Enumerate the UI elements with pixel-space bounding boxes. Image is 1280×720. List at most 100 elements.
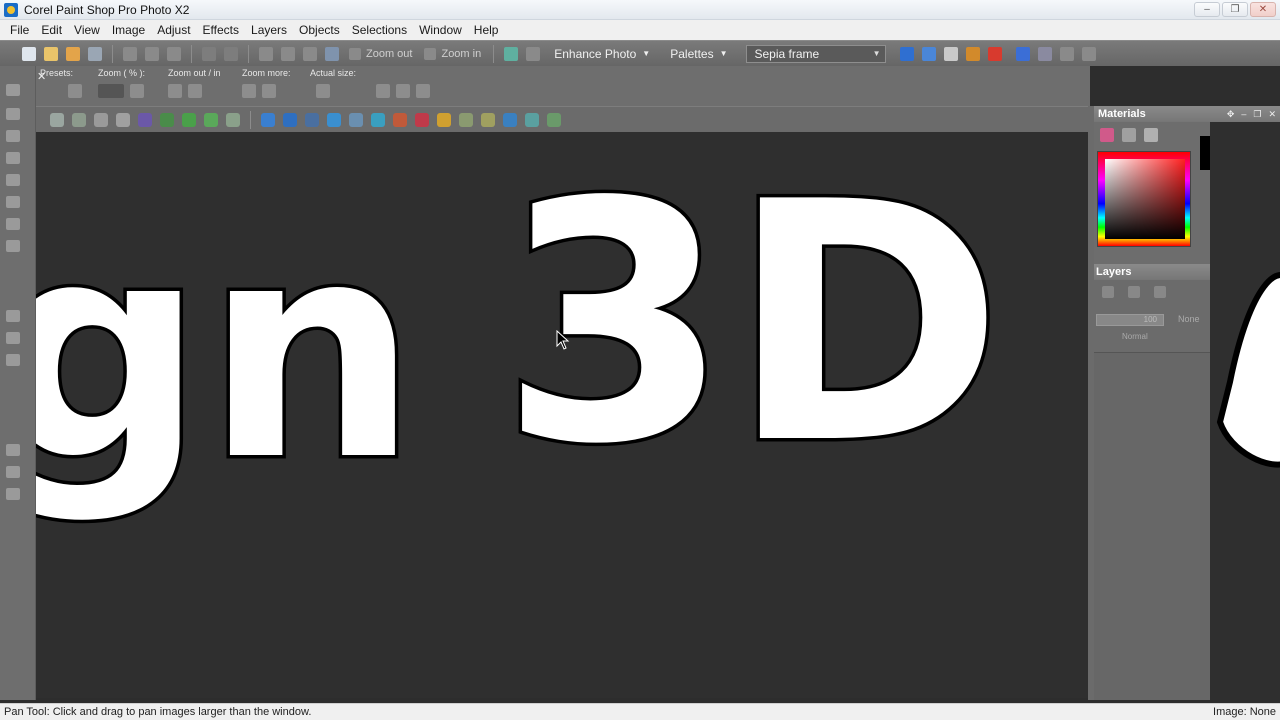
fill-tool-icon[interactable] (6, 466, 20, 478)
copy-icon[interactable] (281, 46, 295, 61)
menu-adjust[interactable]: Adjust (151, 23, 196, 37)
rainbow-tab-icon[interactable] (1100, 128, 1114, 142)
layer-opacity-slider[interactable]: 100 (1096, 314, 1164, 326)
full-screen-icon[interactable] (416, 84, 430, 98)
blend-mode-select[interactable]: Normal (1096, 332, 1152, 344)
maximize-button[interactable]: ❐ (1222, 2, 1248, 17)
run-script-icon[interactable] (899, 46, 914, 61)
effect-icon[interactable] (305, 112, 319, 127)
effect-icon[interactable] (327, 112, 341, 127)
zoom-more-out-icon[interactable] (242, 84, 256, 98)
move-tool-icon[interactable] (6, 174, 20, 186)
effect-icon[interactable] (116, 112, 130, 127)
cancel-script-icon[interactable] (987, 46, 1002, 61)
browse-icon[interactable] (66, 46, 80, 61)
effect-icon[interactable] (415, 112, 429, 127)
close-button[interactable]: ✕ (1250, 2, 1276, 17)
minimize-button[interactable]: – (1194, 2, 1220, 17)
color-replacer-icon[interactable] (6, 354, 20, 366)
actual-size-icon[interactable] (316, 84, 330, 98)
close-icon[interactable]: ✕ (1268, 109, 1276, 120)
pick-tool-icon[interactable] (6, 108, 20, 120)
effect-icon[interactable] (283, 112, 297, 127)
restore-icon[interactable]: ❐ (1253, 109, 1261, 120)
fit-image-icon[interactable] (396, 84, 410, 98)
undo-icon[interactable] (202, 46, 216, 61)
eyedropper-tool-icon[interactable] (6, 130, 20, 142)
effect-icon[interactable] (182, 112, 196, 127)
swatches-tab-icon[interactable] (1144, 128, 1158, 142)
effect-icon[interactable] (525, 112, 539, 127)
eraser-icon[interactable] (6, 444, 20, 456)
minimize-icon[interactable]: – (1241, 109, 1246, 120)
image-canvas[interactable]: gn 3D (36, 132, 1088, 698)
effect-icon[interactable] (437, 112, 451, 127)
paste-icon[interactable] (303, 46, 317, 61)
freehand-selection-icon[interactable] (6, 218, 20, 230)
fit-icon[interactable] (325, 46, 339, 61)
zoom-in-small-icon[interactable] (188, 84, 202, 98)
menu-help[interactable]: Help (468, 23, 505, 37)
selection-tool-icon[interactable] (6, 196, 20, 208)
enhance-photo-menu[interactable]: Enhance Photo ▼ (554, 47, 650, 61)
effect-icon[interactable] (204, 112, 218, 127)
text-tool-icon[interactable] (6, 488, 20, 500)
effect-icon[interactable] (261, 112, 275, 127)
print-icon[interactable] (88, 46, 102, 61)
close-tool-options-icon[interactable]: ✕ (37, 70, 46, 83)
script-select[interactable]: Sepia frame ▼ (745, 44, 886, 63)
pin-icon[interactable]: ✥ (1227, 109, 1235, 120)
zoom-in-button[interactable]: Zoom in (424, 47, 481, 60)
menu-file[interactable]: File (4, 23, 35, 37)
effect-icon[interactable] (393, 112, 407, 127)
layer-blend-none[interactable]: None (1178, 314, 1200, 324)
menu-objects[interactable]: Objects (293, 23, 346, 37)
new-icon[interactable] (22, 46, 36, 61)
crop-tool-icon[interactable] (6, 152, 20, 164)
effect-icon[interactable] (547, 112, 561, 127)
saturation-field[interactable] (1105, 159, 1185, 239)
palettes-menu[interactable]: Palettes ▼ (670, 47, 727, 61)
menu-selections[interactable]: Selections (346, 23, 413, 37)
presets-icon[interactable] (68, 84, 82, 98)
layout-icon[interactable] (526, 46, 541, 61)
cut-icon[interactable] (259, 46, 273, 61)
clone-brush-icon[interactable] (6, 332, 20, 344)
record-icon[interactable] (1015, 46, 1030, 61)
menu-view[interactable]: View (68, 23, 106, 37)
layer-properties-icon[interactable] (1154, 286, 1166, 298)
zoom-spinner-icon[interactable] (130, 84, 144, 98)
effect-icon[interactable] (94, 112, 108, 127)
layers-list[interactable] (1094, 352, 1210, 700)
effect-icon[interactable] (459, 112, 473, 127)
stop-icon[interactable] (1059, 46, 1074, 61)
effect-icon[interactable] (72, 112, 86, 127)
zoom-out-button[interactable]: Zoom out (349, 47, 412, 60)
effect-icon[interactable] (160, 112, 174, 127)
script-editor-icon[interactable] (965, 46, 980, 61)
redo-icon[interactable] (224, 46, 238, 61)
menu-image[interactable]: Image (106, 23, 151, 37)
color-picker[interactable] (1097, 151, 1191, 247)
zoom-percent-field[interactable] (98, 84, 124, 98)
pause-icon[interactable] (1037, 46, 1052, 61)
save-recording-icon[interactable] (1081, 46, 1096, 61)
effect-icon[interactable] (371, 112, 385, 127)
zoom-more-in-icon[interactable] (262, 84, 276, 98)
magic-wand-icon[interactable] (6, 240, 20, 252)
duplicate-layer-icon[interactable] (1128, 286, 1140, 298)
open-icon[interactable] (44, 46, 58, 61)
frame-tab-icon[interactable] (1122, 128, 1136, 142)
menu-window[interactable]: Window (413, 23, 468, 37)
menu-effects[interactable]: Effects (197, 23, 245, 37)
effect-icon[interactable] (503, 112, 517, 127)
save-icon[interactable] (123, 46, 137, 61)
new-layer-icon[interactable] (1102, 286, 1114, 298)
email-icon[interactable] (167, 46, 181, 61)
adjust-icon[interactable] (504, 46, 519, 61)
effect-icon[interactable] (50, 112, 64, 127)
edit-script-icon[interactable] (921, 46, 936, 61)
effect-icon[interactable] (226, 112, 240, 127)
effect-icon[interactable] (481, 112, 495, 127)
fit-window-icon[interactable] (376, 84, 390, 98)
